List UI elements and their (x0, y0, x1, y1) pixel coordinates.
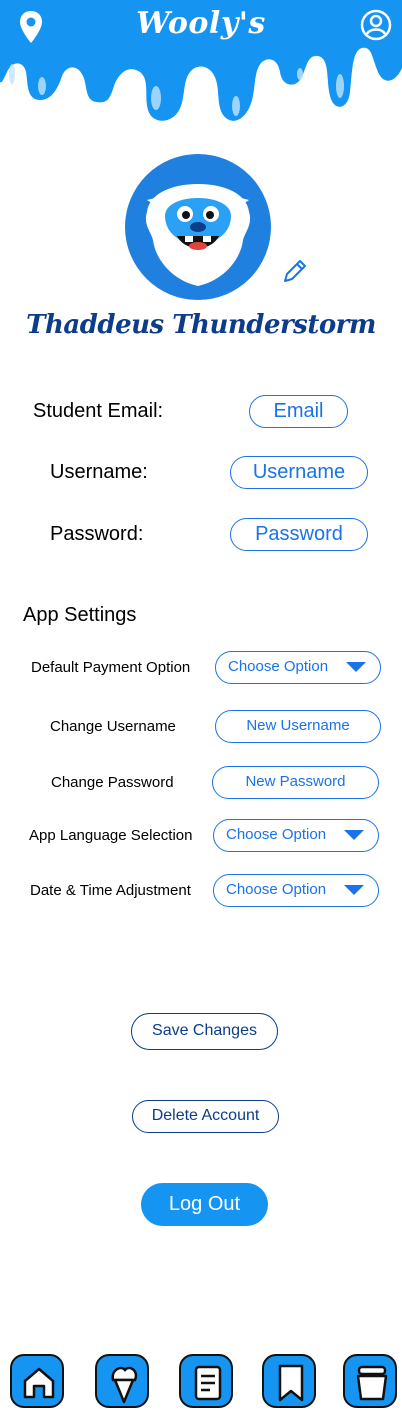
nav-menu[interactable] (179, 1354, 233, 1408)
password-label: Password: (50, 523, 144, 545)
new-password-placeholder: New Password (245, 773, 346, 790)
username-label: Username: (50, 461, 148, 483)
password-button[interactable]: Password (230, 518, 368, 551)
email-button[interactable]: Email (249, 395, 348, 428)
payment-option-select[interactable]: Choose Option (215, 651, 381, 684)
datetime-adjustment-label: Date & Time Adjustment (30, 882, 191, 899)
language-select[interactable]: Choose Option (213, 819, 379, 852)
log-out-button[interactable]: Log Out (141, 1183, 268, 1226)
change-username-label: Change Username (50, 718, 176, 735)
app-settings-title: App Settings (23, 604, 137, 626)
language-selection-label: App Language Selection (29, 827, 193, 844)
menu-list-icon (194, 1365, 222, 1401)
caret-down-icon (346, 662, 366, 672)
nav-bookmarks[interactable] (262, 1354, 316, 1408)
pencil-icon[interactable] (280, 256, 310, 286)
new-password-field[interactable]: New Password (212, 766, 379, 799)
ice-cream-tub-icon (356, 1365, 388, 1401)
nav-ice-cream[interactable] (95, 1354, 149, 1408)
new-username-placeholder: New Username (246, 717, 350, 734)
datetime-select[interactable]: Choose Option (213, 874, 379, 907)
payment-option-value: Choose Option (228, 658, 329, 675)
caret-down-icon (344, 830, 364, 840)
app-title: Wooly's (136, 6, 266, 41)
change-password-label: Change Password (51, 774, 174, 791)
save-changes-button[interactable]: Save Changes (131, 1013, 278, 1050)
home-icon (23, 1367, 55, 1399)
payment-option-label: Default Payment Option (31, 659, 191, 676)
ice-cream-icon (111, 1366, 138, 1404)
bottom-nav (0, 1350, 402, 1410)
app-header: Wooly's (0, 0, 402, 140)
email-label: Student Email: (33, 400, 164, 422)
delete-account-button[interactable]: Delete Account (132, 1100, 279, 1133)
bookmark-icon (278, 1364, 304, 1402)
account-circle-icon[interactable] (360, 9, 392, 41)
language-value: Choose Option (226, 826, 327, 843)
caret-down-icon (344, 885, 364, 895)
map-pin-icon[interactable] (18, 10, 44, 44)
profile-avatar (125, 154, 271, 300)
nav-tubs[interactable] (343, 1354, 397, 1408)
username-button[interactable]: Username (230, 456, 368, 489)
nav-home[interactable] (10, 1354, 64, 1408)
datetime-value: Choose Option (226, 881, 327, 898)
profile-name: Thaddeus Thunderstorm (26, 310, 376, 340)
new-username-field[interactable]: New Username (215, 710, 381, 743)
